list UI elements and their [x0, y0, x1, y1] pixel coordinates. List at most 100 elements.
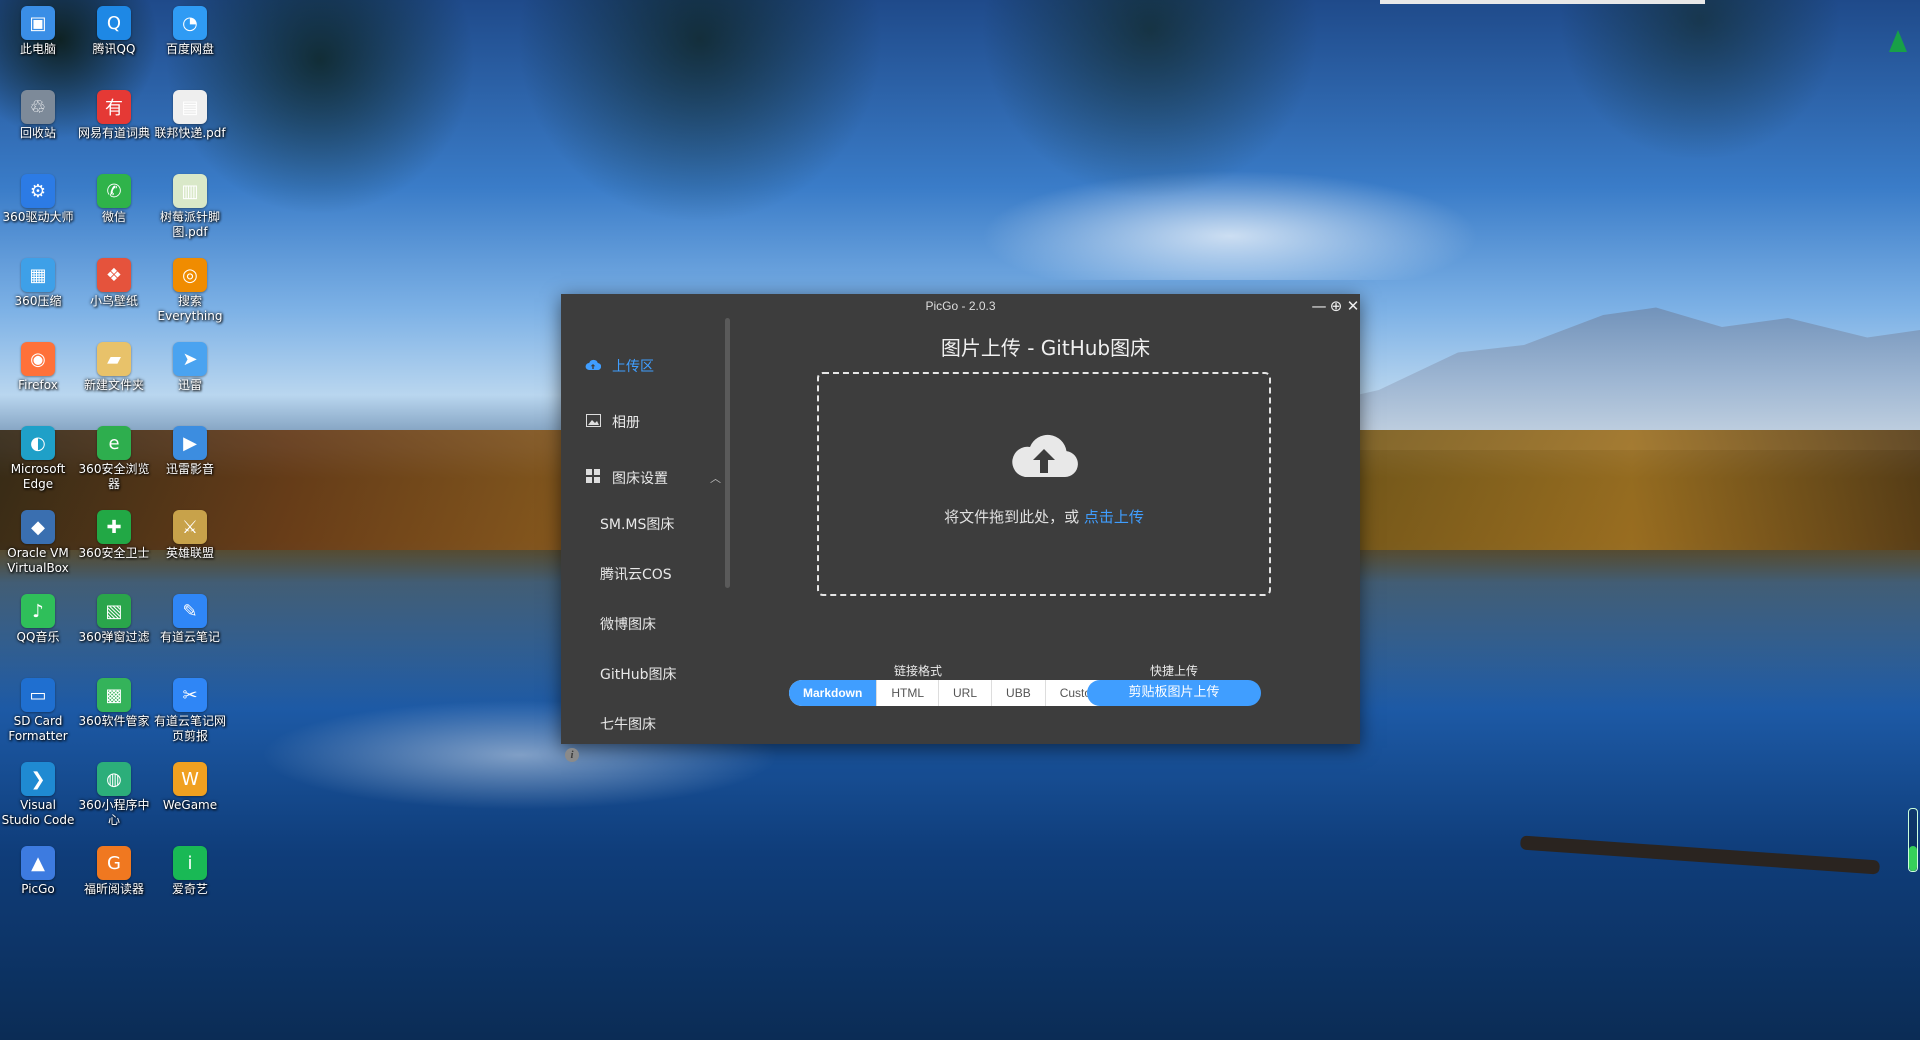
close-button[interactable]: ✕	[1345, 298, 1361, 314]
chevron-up-icon[interactable]: ︿	[710, 470, 721, 486]
app-icon: 有	[97, 90, 131, 124]
app-icon: i	[173, 846, 207, 880]
desktop-icon[interactable]: ◆ Oracle VM VirtualBox	[0, 504, 76, 582]
picgo-window: PicGo - 2.0.3 — ⊕ ✕ 上传区 相册 图床设置 ︿ SM.MS图…	[561, 294, 1360, 762]
desktop-icon[interactable]: ▰ 新建文件夹	[76, 336, 152, 414]
sidebar-item-label: 相册	[612, 415, 640, 431]
sidebar-subitem-tencent-cos[interactable]: 腾讯云COS	[600, 560, 672, 590]
desktop-icon[interactable]: ◎ 搜索Everything	[152, 252, 228, 330]
minimize-button[interactable]: —	[1311, 298, 1327, 314]
app-icon: ◔	[173, 6, 207, 40]
desktop-icon[interactable]: ◐ Microsoft Edge	[0, 420, 76, 498]
app-icon: ▩	[97, 678, 131, 712]
sidebar-subitem-weibo[interactable]: 微博图床	[600, 610, 656, 640]
desktop-icon[interactable]: ✎ 有道云笔记	[152, 588, 228, 666]
upload-dropzone[interactable]: 将文件拖到此处，或 点击上传	[817, 372, 1271, 596]
pin-button[interactable]: ⊕	[1328, 298, 1344, 314]
sidebar-subitem-smms[interactable]: SM.MS图床	[600, 510, 674, 540]
desktop-icon[interactable]: ▤ 联邦快递.pdf	[152, 84, 228, 162]
app-icon: W	[173, 762, 207, 796]
desktop-icon[interactable]: ✚ 360安全卫士	[76, 504, 152, 582]
desktop-icon[interactable]: e 360安全浏览器	[76, 420, 152, 498]
app-icon: ♪	[21, 594, 55, 628]
desktop-icon-label: SD Card Formatter	[8, 714, 68, 743]
desktop-icon-label: 360安全卫士	[78, 546, 150, 560]
app-icon: ✂	[173, 678, 207, 712]
desktop-icon-label: 联邦快递.pdf	[154, 126, 226, 140]
format-html-button[interactable]: HTML	[877, 680, 940, 706]
desktop-icon[interactable]: ◔ 百度网盘	[152, 0, 228, 78]
desktop-icon-label: PicGo	[21, 882, 55, 896]
desktop-icon[interactable]: ❯ Visual Studio Code	[0, 756, 76, 834]
format-ubb-button[interactable]: UBB	[992, 680, 1046, 706]
desktop-icon[interactable]: ✆ 微信	[76, 168, 152, 246]
sidebar-item-settings[interactable]: 图床设置 ︿	[561, 458, 721, 498]
picture-icon	[584, 413, 602, 431]
desktop-icon-label: 360软件管家	[78, 714, 150, 728]
desktop-icon[interactable]: ♲ 回收站	[0, 84, 76, 162]
desktop-icon[interactable]: ▲ PicGo	[0, 840, 76, 918]
tree-widget-icon[interactable]	[1889, 30, 1907, 52]
desktop-icon-label: Microsoft Edge	[10, 462, 66, 491]
click-upload-link[interactable]: 点击上传	[1084, 508, 1144, 526]
desktop-icon[interactable]: ⚙ 360驱动大师	[0, 168, 76, 246]
desktop-icon-label: 新建文件夹	[83, 378, 144, 392]
desktop-icon[interactable]: ▭ SD Card Formatter	[0, 672, 76, 750]
window-title: PicGo - 2.0.3	[925, 299, 996, 313]
desktop-icon[interactable]: ▶ 迅雷影音	[152, 420, 228, 498]
sidebar-subitem-github[interactable]: GitHub图床	[600, 660, 677, 690]
title-bar[interactable]: PicGo - 2.0.3 — ⊕ ✕	[561, 294, 1360, 318]
clipboard-upload-button[interactable]: 剪贴板图片上传	[1087, 680, 1261, 706]
desktop-icon[interactable]: 有网易有道词典	[76, 84, 152, 162]
desktop-icon[interactable]: ▥ 树莓派针脚图.pdf	[152, 168, 228, 246]
desktop-icon-label: 迅雷影音	[165, 462, 214, 476]
app-icon: ◆	[21, 510, 55, 544]
desktop-icon[interactable]: ❖ 小鸟壁纸	[76, 252, 152, 330]
app-icon: G	[97, 846, 131, 880]
link-format-group: Markdown HTML URL UBB Custom	[789, 680, 1116, 706]
desktop-icon[interactable]: ✂ 有道云笔记网页剪报	[152, 672, 228, 750]
desktop-icon[interactable]: W WeGame	[152, 756, 228, 834]
format-markdown-button[interactable]: Markdown	[789, 680, 878, 706]
format-url-button[interactable]: URL	[939, 680, 993, 706]
desktop-icon-label: WeGame	[162, 798, 218, 812]
desktop-icon-label: 360压缩	[14, 294, 62, 308]
desktop-icon[interactable]: ▦ 360压缩	[0, 252, 76, 330]
app-icon: ⚔	[173, 510, 207, 544]
grid-icon	[584, 469, 602, 487]
app-icon: ✚	[97, 510, 131, 544]
desktop-icon[interactable]: ♪ QQ音乐	[0, 588, 76, 666]
info-icon[interactable]: i	[565, 748, 579, 762]
desktop-icon[interactable]: ➤ 迅雷	[152, 336, 228, 414]
desktop-icon[interactable]: ◉ Firefox	[0, 336, 76, 414]
desktop-icon[interactable]: i 爱奇艺	[152, 840, 228, 918]
app-icon: ✆	[97, 174, 131, 208]
sidebar-subitem-qiniu[interactable]: 七牛图床	[600, 710, 656, 740]
desktop-icon[interactable]: Q 腾讯QQ	[76, 0, 152, 78]
desktop-icon-label: 360安全浏览器	[78, 462, 150, 491]
app-icon: ▣	[21, 6, 55, 40]
cloud-upload-icon	[1012, 434, 1078, 477]
sidebar-scrollbar[interactable]	[725, 318, 730, 588]
desktop-icon[interactable]: ▩ 360软件管家	[76, 672, 152, 750]
quick-upload-label: 快捷上传	[1150, 664, 1199, 678]
app-icon: e	[97, 426, 131, 460]
link-format-label: 链接格式	[894, 664, 943, 678]
app-icon: ▲	[21, 846, 55, 880]
side-meter-widget[interactable]	[1908, 808, 1918, 872]
sidebar: 上传区 相册 图床设置 ︿ SM.MS图床 腾讯云COS 微博图床 GitHub…	[561, 318, 731, 762]
app-icon: ◎	[173, 258, 207, 292]
desktop-icon[interactable]: ⚔ 英雄联盟	[152, 504, 228, 582]
sidebar-item-upload[interactable]: 上传区	[561, 346, 721, 386]
desktop-icon-label: 搜索Everything	[157, 294, 223, 323]
sidebar-item-album[interactable]: 相册	[561, 402, 721, 442]
cloud-upload-icon	[584, 357, 602, 375]
app-icon: ◍	[97, 762, 131, 796]
desktop-icon[interactable]: G 福昕阅读器	[76, 840, 152, 918]
page-title: 图片上传 - GitHub图床	[940, 336, 1151, 360]
desktop-icon[interactable]: ▧ 360弹窗过滤	[76, 588, 152, 666]
desktop-icon[interactable]: ◍ 360小程序中心	[76, 756, 152, 834]
desktop-icon-label: 爱奇艺	[171, 882, 208, 896]
desktop-icon[interactable]: ▣ 此电脑	[0, 0, 76, 78]
app-icon: ❯	[21, 762, 55, 796]
